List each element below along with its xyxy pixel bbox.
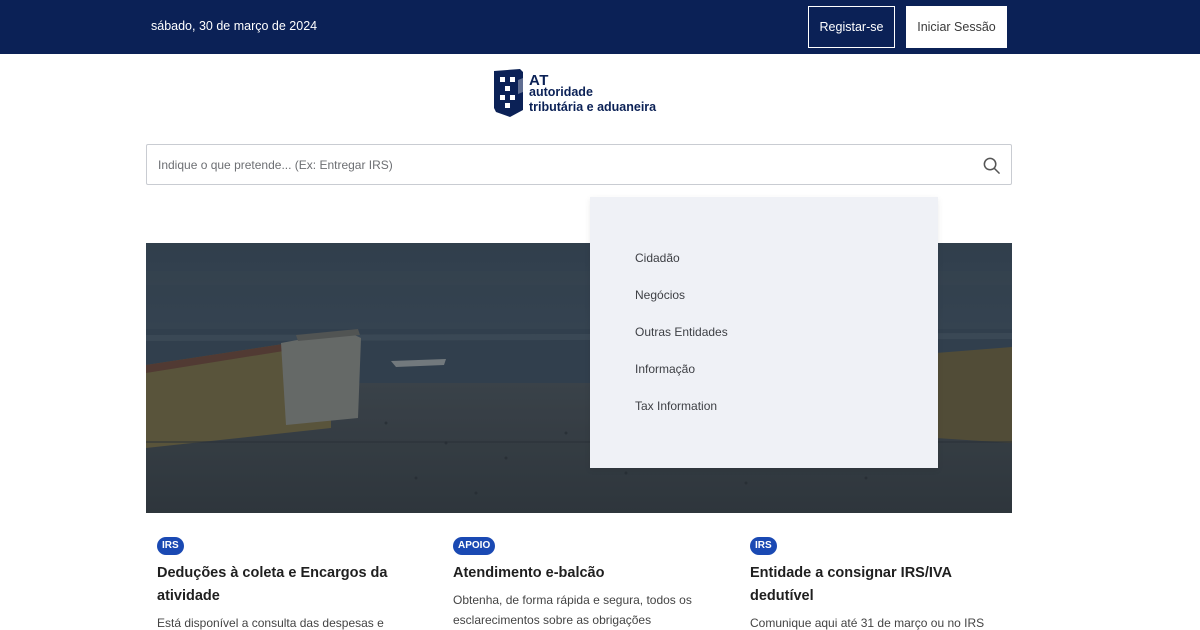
search-input[interactable] [158, 154, 958, 176]
search-icon[interactable] [982, 156, 1001, 175]
card-tag: IRS [157, 537, 184, 555]
card-tag: IRS [750, 537, 777, 555]
logo-text-line2: autoridade [529, 85, 593, 99]
card-title[interactable]: Entidade a consignar IRS/IVA dedutível [750, 562, 1000, 608]
menu-item-negocios[interactable]: Negócios [590, 288, 938, 325]
login-button[interactable]: Iniciar Sessão [906, 6, 1007, 48]
menu-item-tax-information[interactable]: Tax Information [590, 399, 938, 436]
menu-item-outras-entidades[interactable]: Outras Entidades [590, 325, 938, 362]
news-card[interactable]: IRS Deduções à coleta e Encargos da ativ… [157, 535, 407, 630]
menu-item-informacao[interactable]: Informação [590, 362, 938, 399]
top-bar: sábado, 30 de março de 2024 Registar-se … [0, 0, 1200, 54]
card-title[interactable]: Atendimento e-balcão [453, 562, 703, 585]
news-card[interactable]: IRS Entidade a consignar IRS/IVA dedutív… [750, 535, 1000, 630]
logo-text-line3: tributária e aduaneira [529, 100, 657, 114]
register-button[interactable]: Registar-se [808, 6, 895, 48]
card-title[interactable]: Deduções à coleta e Encargos da atividad… [157, 562, 407, 608]
news-card[interactable]: APOIO Atendimento e-balcão Obtenha, de f… [453, 535, 703, 630]
search-bar [146, 144, 1012, 185]
main-menu-dropdown: Cidadão Negócios Outras Entidades Inform… [590, 197, 938, 468]
card-text: Está disponível a consulta das despesas … [157, 616, 384, 630]
card-tag: APOIO [453, 537, 496, 555]
current-date: sábado, 30 de março de 2024 [151, 19, 318, 33]
at-logo[interactable]: AT autoridade tributária e aduaneira [492, 68, 682, 120]
menu-item-cidadao[interactable]: Cidadão [590, 251, 938, 288]
card-text: Obtenha, de forma rápida e segura, todos… [453, 593, 692, 627]
coat-of-arms-icon [494, 69, 523, 117]
card-text: Comunique aqui até 31 de março ou no IRS [750, 616, 985, 630]
